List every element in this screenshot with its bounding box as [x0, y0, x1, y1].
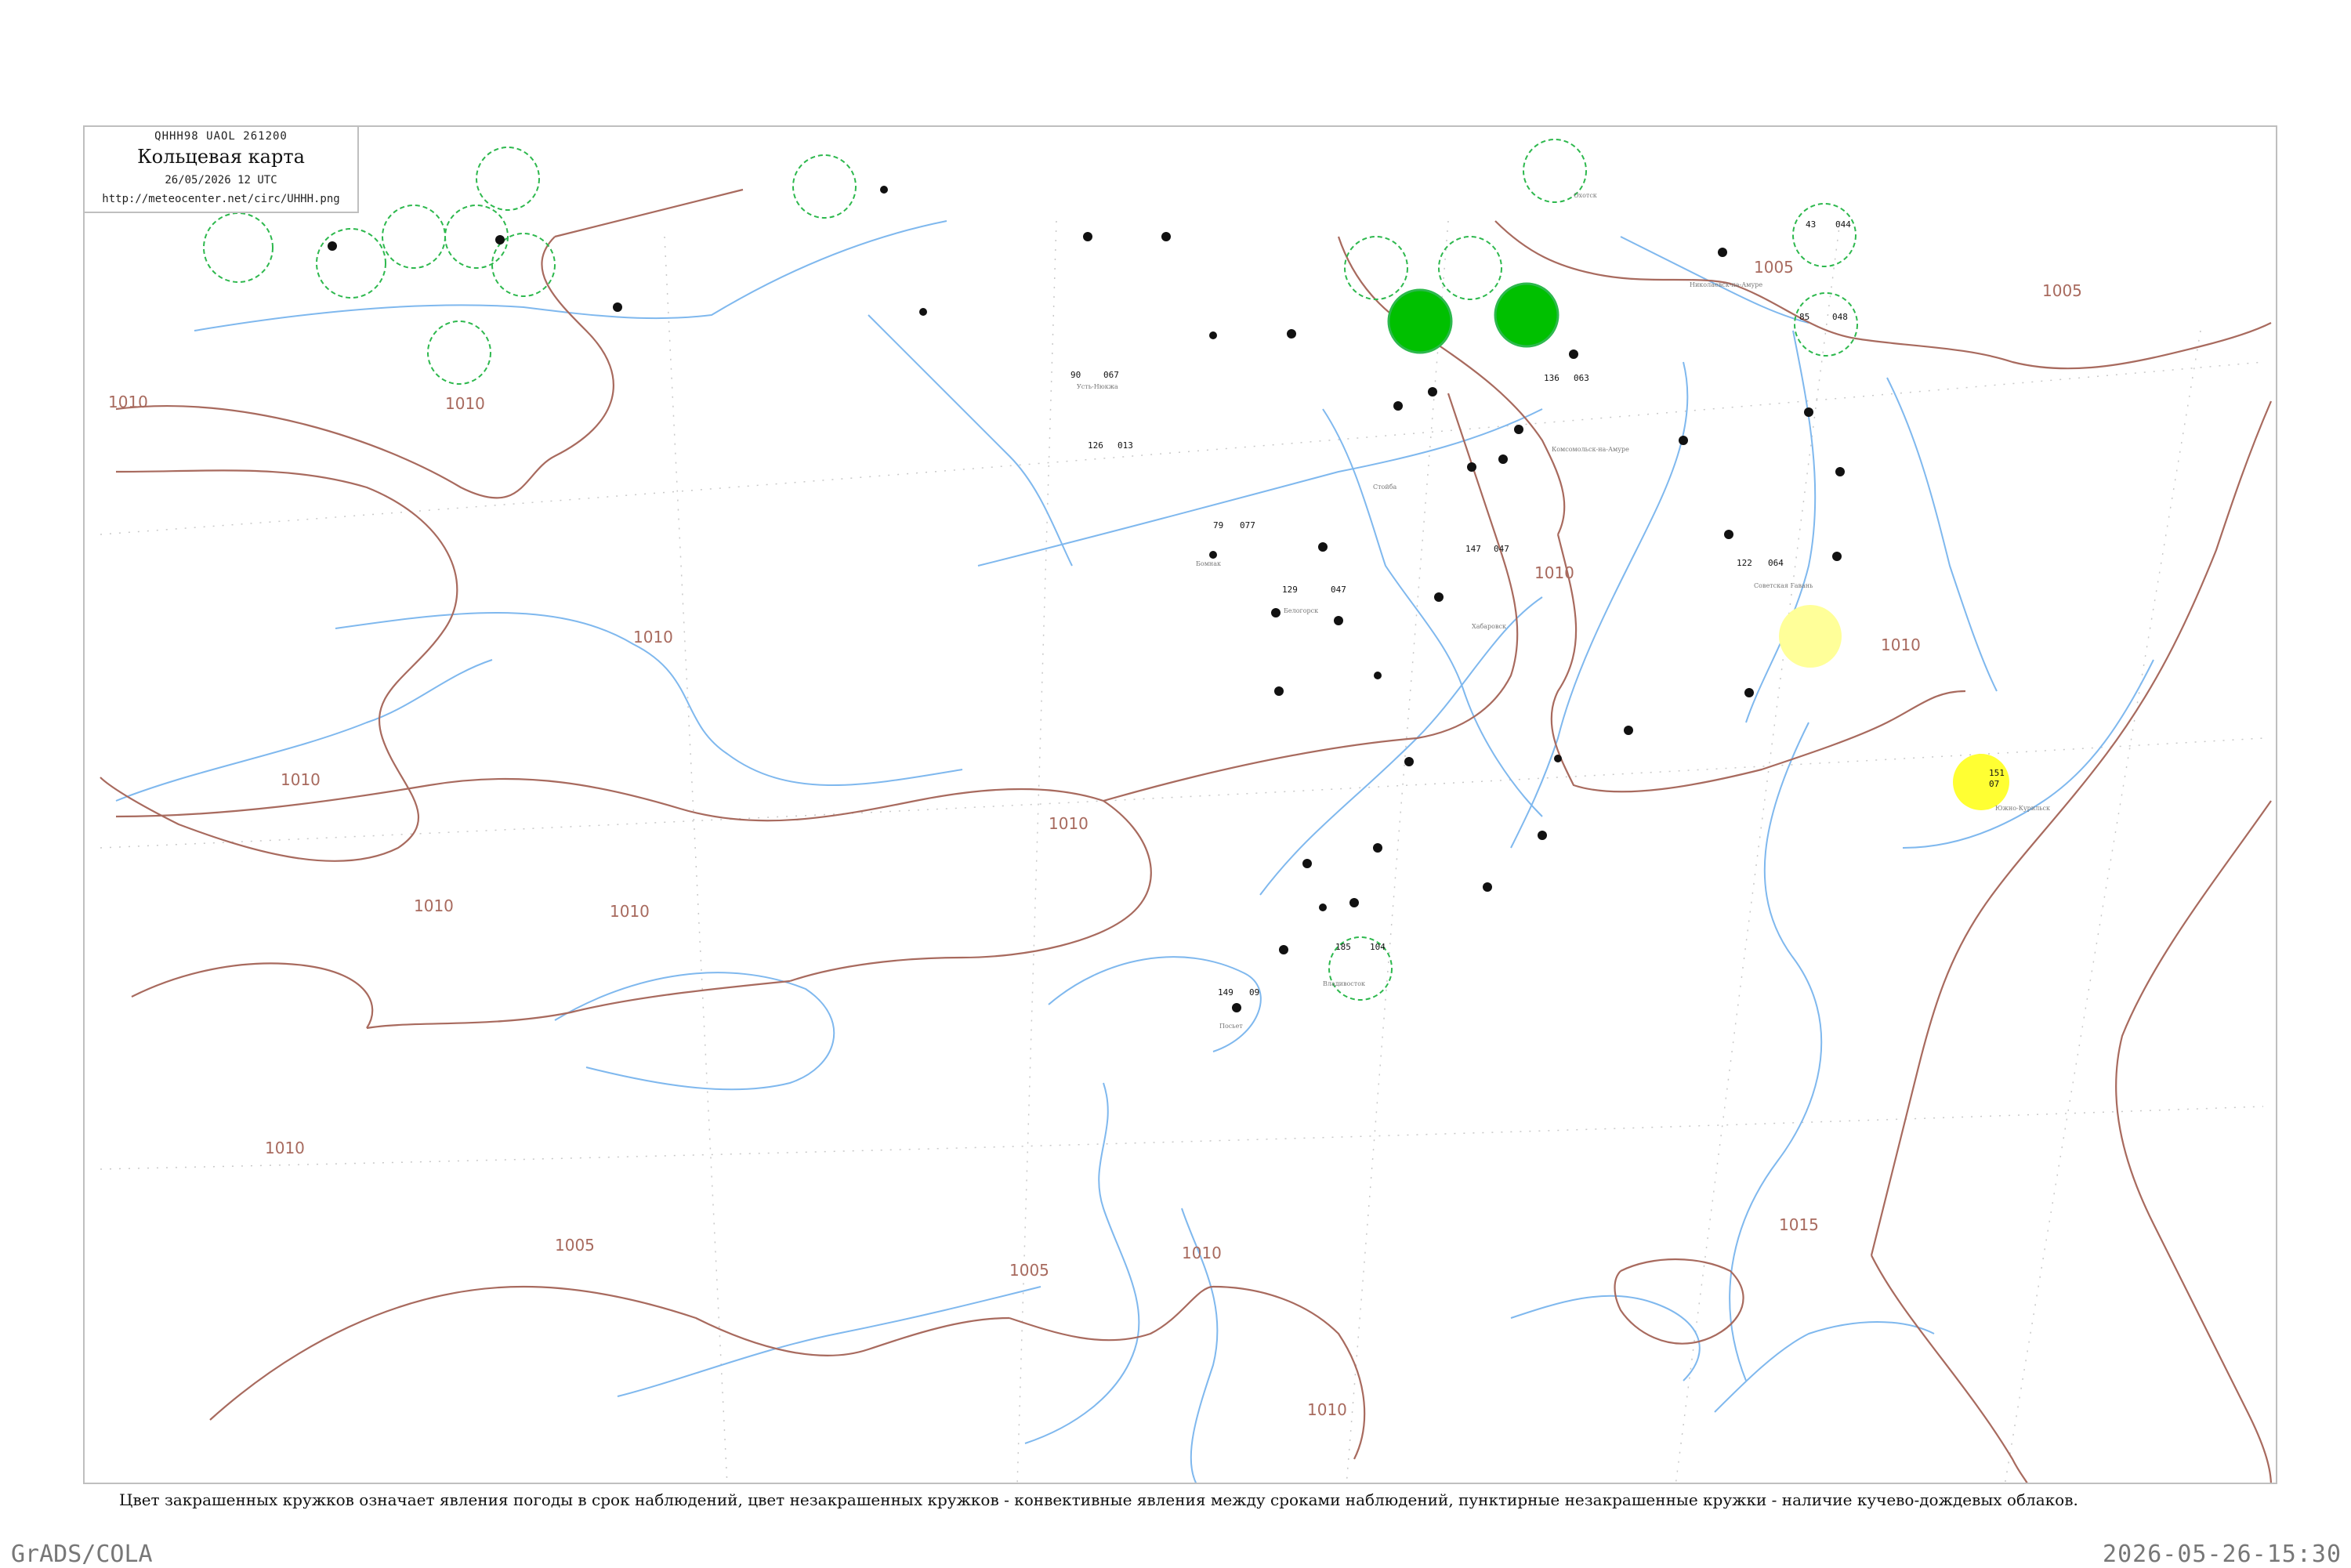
- station-name: Комсомольск-на-Амуре: [1552, 446, 1629, 453]
- footer-timestamp: 2026-05-26-15:30: [2103, 1541, 2342, 1568]
- station-name: Белогорск: [1284, 607, 1318, 614]
- isobar-label: 1010: [1049, 814, 1089, 833]
- isobar-label: 1010: [414, 896, 454, 915]
- footer-software: GrADS/COLA: [11, 1541, 153, 1568]
- station-pressure: 064: [1768, 558, 1784, 568]
- station-name: Охотск: [1574, 192, 1597, 199]
- dashed-weather-circle: [1794, 292, 1858, 357]
- isobar-label: 1010: [1182, 1244, 1222, 1262]
- station-temp: 151: [1989, 768, 2005, 778]
- station-name: Хабаровск: [1472, 623, 1506, 630]
- isobar-label: 1005: [2042, 281, 2082, 300]
- isobar-label: 1010: [633, 628, 673, 646]
- isobar-labels: 1010 1010 1010 1010 1010 1010 1010 1010 …: [108, 258, 2082, 1419]
- cb-circles: [203, 139, 1858, 1001]
- filled-weather-circle: [1494, 282, 1559, 348]
- map-title: Кольцевая карта: [137, 146, 305, 168]
- isobar-label: 1010: [281, 770, 321, 789]
- filled-weather-circle: [1953, 754, 2009, 810]
- station-name: Усть-Нюкжа: [1077, 383, 1118, 390]
- station-temp: 149: [1218, 987, 1233, 998]
- station-temp: 85: [1799, 312, 1809, 322]
- station-temp: 126: [1088, 440, 1103, 451]
- isobar-label: 1010: [610, 902, 650, 921]
- weather-fills: [1387, 282, 2009, 810]
- station-pressure: 063: [1574, 373, 1589, 383]
- station-pressure: 067: [1103, 370, 1119, 380]
- filled-weather-circle: [1387, 288, 1453, 354]
- station-labels: Белогорск 129 047 Усть-Нюкжа 90 067 Стой…: [1070, 192, 2050, 1030]
- isobar-label: 1010: [265, 1139, 305, 1157]
- station-pressure: 013: [1118, 440, 1133, 451]
- filled-weather-circle: [1779, 605, 1842, 668]
- station-name: Владивосток: [1323, 980, 1365, 987]
- map-canvas: 1010 1010 1010 1010 1010 1010 1010 1010 …: [100, 139, 2273, 1483]
- synoptic-map: 1010 1010 1010 1010 1010 1010 1010 1010 …: [83, 125, 2277, 1484]
- station-temp: 90: [1070, 370, 1081, 380]
- dashed-weather-circle: [792, 154, 857, 219]
- station-plots: [328, 186, 1845, 1012]
- isobar-label: 1005: [555, 1236, 595, 1255]
- station-temp: 122: [1737, 558, 1752, 568]
- station-name: Стойба: [1373, 483, 1397, 491]
- station-pressure: 07: [1989, 779, 1999, 789]
- station-temp: 185: [1335, 942, 1351, 952]
- dashed-weather-circle: [382, 205, 446, 269]
- isobars: [100, 188, 2273, 1483]
- dashed-weather-circle: [1792, 203, 1857, 267]
- graticule: [100, 220, 2264, 1483]
- dashed-weather-circle: [476, 147, 540, 211]
- station-name: Николаевск-на-Амуре: [1690, 281, 1762, 288]
- isobar-label: 1010: [108, 393, 148, 411]
- station-name: Советская Гавань: [1754, 582, 1813, 589]
- map-datetime: 26/05/2026 12 UTC: [165, 174, 277, 186]
- bulletin-header: QHHH98 UAOL 261200: [154, 130, 288, 143]
- station-pressure: 047: [1494, 544, 1509, 554]
- station-temp: 129: [1282, 585, 1298, 595]
- map-caption: Цвет закрашенных кружков означает явлени…: [119, 1490, 2078, 1509]
- station-pressure: 048: [1832, 312, 1848, 322]
- map-source-url: http://meteocenter.net/circ/UHHH.png: [102, 193, 340, 205]
- station-name: Посьет: [1219, 1023, 1243, 1030]
- isobar-label: 1010: [1534, 563, 1574, 582]
- station-name: Бомнак: [1196, 560, 1221, 567]
- isobar-label: 1010: [1881, 636, 1921, 654]
- station-pressure: 077: [1240, 520, 1255, 531]
- station-pressure: 047: [1331, 585, 1346, 595]
- map-title-box: QHHH98 UAOL 261200 Кольцевая карта 26/05…: [85, 127, 359, 213]
- isobar-label: 1015: [1779, 1215, 1819, 1234]
- station-temp: 43: [1806, 219, 1816, 230]
- station-temp: 147: [1465, 544, 1481, 554]
- station-pressure: 09: [1249, 987, 1259, 998]
- isobar-label: 1010: [1307, 1400, 1347, 1419]
- station-temp: 79: [1213, 520, 1223, 531]
- isobar-label: 1010: [445, 394, 485, 413]
- dashed-weather-circle: [316, 228, 386, 299]
- isobar-label: 1005: [1009, 1261, 1049, 1280]
- dashed-weather-circle: [1344, 236, 1408, 300]
- station-temp: 136: [1544, 373, 1559, 383]
- isobar-label: 1005: [1754, 258, 1794, 277]
- station-name: Южно-Курильск: [1995, 805, 2050, 812]
- dashed-weather-circle: [1438, 236, 1502, 300]
- station-pressure: 104: [1370, 942, 1386, 952]
- coastlines: [115, 220, 2154, 1483]
- dashed-weather-circle: [427, 320, 491, 385]
- station-pressure: 044: [1835, 219, 1851, 230]
- dashed-weather-circle: [203, 212, 273, 283]
